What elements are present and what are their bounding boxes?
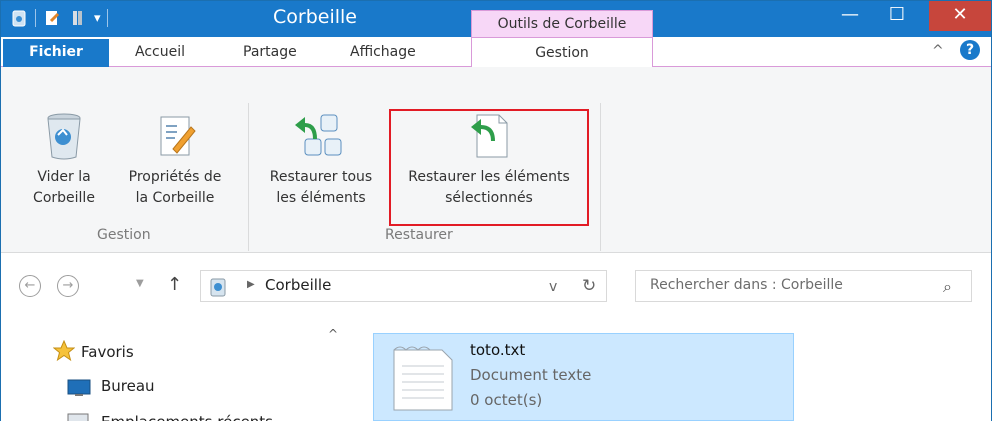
toolbar-separator: [35, 9, 36, 27]
properties-label-1: Propriétés de: [128, 169, 222, 185]
window-title: Corbeille: [273, 6, 357, 28]
close-button[interactable]: ✕: [929, 1, 991, 31]
star-icon: [53, 340, 75, 362]
qat-dropdown-icon[interactable]: ▾: [94, 11, 101, 26]
ribbon-tabs: Fichier Accueil Partage Affichage Gestio…: [1, 37, 991, 68]
toolbar-separator: [106, 9, 108, 27]
nav-item-desktop[interactable]: Bureau: [101, 377, 155, 395]
restore-all-button[interactable]: Restaurer tous les éléments: [257, 111, 385, 209]
context-tab-header: Outils de Corbeille: [471, 10, 653, 37]
properties-label-2: la Corbeille: [135, 190, 215, 206]
new-folder-small-icon[interactable]: [68, 8, 88, 28]
forward-button[interactable]: →: [57, 275, 79, 297]
tab-share[interactable]: Partage: [243, 37, 297, 67]
tab-file[interactable]: Fichier: [3, 39, 109, 67]
nav-item-favorites[interactable]: Favoris: [81, 343, 134, 361]
back-button[interactable]: ←: [19, 275, 41, 297]
breadcrumb-chevron-icon[interactable]: ▶: [247, 279, 255, 290]
restore-all-label-1: Restaurer tous: [269, 169, 373, 185]
refresh-icon[interactable]: ↻: [582, 276, 596, 296]
quick-access-toolbar: ▾: [9, 8, 108, 28]
empty-bin-button[interactable]: Vider la Corbeille: [29, 111, 99, 209]
file-name: toto.txt: [470, 341, 526, 359]
search-box[interactable]: ⌕: [635, 270, 972, 302]
file-item[interactable]: toto.txt Document texte 0 octet(s): [373, 333, 794, 421]
ribbon-separator: [248, 103, 249, 251]
restore-selected-highlight: [389, 109, 589, 226]
minimize-button[interactable]: —: [828, 1, 872, 31]
scroll-up-icon[interactable]: ^: [328, 327, 338, 341]
breadcrumb-corbeille[interactable]: Corbeille: [265, 276, 331, 294]
group-label-manage: Gestion: [97, 227, 151, 243]
search-input[interactable]: [650, 277, 930, 293]
tab-manage[interactable]: Gestion: [471, 37, 653, 68]
tab-view[interactable]: Affichage: [350, 37, 416, 67]
restore-all-label-2: les éléments: [276, 190, 366, 206]
address-dropdown-icon[interactable]: v: [549, 279, 557, 295]
group-label-restore: Restaurer: [385, 227, 453, 243]
up-button[interactable]: ↑: [167, 274, 182, 295]
desktop-icon: [67, 379, 91, 396]
ribbon: Vider la Corbeille Propriétés de la Corb…: [1, 67, 991, 253]
title-bar: ▾ Corbeille Outils de Corbeille — ☐ ✕: [1, 1, 991, 37]
restore-all-icon: [295, 114, 342, 156]
empty-bin-label-2: Corbeille: [33, 190, 95, 206]
nav-item-recent[interactable]: Emplacements récents: [101, 413, 273, 421]
recycle-bin-icon: [47, 113, 81, 160]
recent-places-icon: [67, 413, 89, 421]
address-row: ← → ▼ ↑ ▶ Corbeille v ↻ ⌕: [1, 253, 991, 313]
explorer-window: ▾ Corbeille Outils de Corbeille — ☐ ✕ Fi…: [0, 0, 992, 421]
file-type: Document texte: [470, 366, 592, 384]
recycle-bin-small-icon[interactable]: [9, 8, 29, 28]
recent-locations-dropdown-icon[interactable]: ▼: [136, 278, 144, 289]
text-document-icon: [393, 346, 453, 411]
properties-small-icon[interactable]: [42, 8, 62, 28]
tab-home[interactable]: Accueil: [135, 37, 185, 67]
navigation-pane: Favoris Bureau Emplacements récents ^: [1, 313, 341, 421]
recycle-bin-location-icon: [210, 278, 226, 297]
address-bar[interactable]: ▶ Corbeille v ↻: [200, 270, 607, 302]
collapse-ribbon-icon[interactable]: ^: [932, 43, 944, 59]
help-icon[interactable]: ?: [960, 40, 980, 60]
maximize-button[interactable]: ☐: [875, 1, 919, 31]
file-size: 0 octet(s): [470, 391, 543, 409]
properties-icon: [160, 116, 196, 156]
bin-properties-button[interactable]: Propriétés de la Corbeille: [113, 111, 237, 209]
search-icon[interactable]: ⌕: [943, 277, 952, 297]
ribbon-separator: [600, 103, 601, 251]
empty-bin-label-1: Vider la: [37, 169, 91, 185]
